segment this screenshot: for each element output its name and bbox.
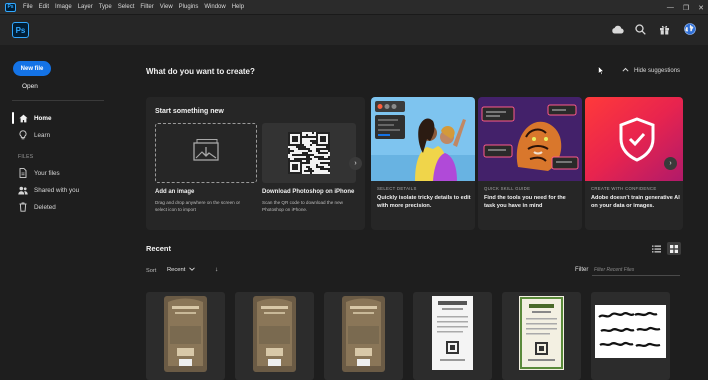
qr-code-image: [288, 132, 330, 174]
chevron-up-icon: [622, 67, 629, 74]
menu-window[interactable]: Window: [201, 4, 228, 10]
sidebar-item-label: Your files: [34, 169, 60, 177]
select-details-image: [371, 97, 475, 181]
start-next-button[interactable]: ›: [349, 157, 362, 170]
search-icon[interactable]: [633, 22, 647, 36]
sort-direction-button[interactable]: ↓: [215, 266, 218, 273]
photoshop-logo-icon[interactable]: Ps: [12, 22, 29, 38]
sidebar-divider: [12, 100, 104, 101]
list-view-button[interactable]: [649, 242, 663, 255]
chevron-right-icon: ›: [669, 160, 672, 167]
grid-view-icon: [670, 240, 678, 258]
add-image-dropzone[interactable]: [155, 123, 257, 183]
document-preview-icon: [342, 296, 385, 372]
document-preview-icon: [432, 296, 473, 370]
add-image-title[interactable]: Add an image: [155, 189, 194, 195]
menu-bar: Ps File Edit Image Layer Type Select Fil…: [0, 0, 708, 15]
chevron-right-icon: ›: [354, 160, 357, 167]
document-icon: [18, 168, 28, 178]
files-section-heading: FILES: [18, 154, 34, 160]
sort-dropdown[interactable]: Recent: [167, 267, 196, 273]
sidebar-item-label: Learn: [34, 131, 51, 139]
suggestion-card-select-details[interactable]: SELECT DETAILS Quickly isolate tricky de…: [371, 97, 475, 230]
qr-code: [262, 123, 356, 183]
download-iphone-description: Scan the QR code to download the new Pho…: [262, 200, 343, 212]
cloud-icon[interactable]: [610, 22, 624, 36]
menu-image[interactable]: Image: [52, 4, 75, 10]
suggestion-tag: SELECT DETAILS: [377, 186, 417, 191]
suggestion-card-quick-skill-guide[interactable]: QUICK SKILL GUIDE Find the tools you nee…: [478, 97, 582, 230]
sidebar-item-label: Home: [34, 114, 52, 122]
sidebar-item-learn[interactable]: Learn: [12, 128, 104, 142]
document-preview-icon: [253, 296, 296, 372]
globe-icon[interactable]: [683, 22, 697, 36]
sidebar-item-label: Deleted: [34, 203, 56, 211]
recent-file-thumbnail[interactable]: [591, 292, 670, 380]
recent-heading: Recent: [146, 244, 172, 253]
sidebar: New file Open Home Learn FILES Your file…: [0, 45, 112, 380]
page-title: What do you want to create?: [146, 67, 255, 76]
home-icon: [18, 113, 28, 123]
menu-file[interactable]: File: [20, 4, 36, 10]
quick-skill-guide-image: [478, 97, 582, 181]
sidebar-item-deleted[interactable]: Deleted: [12, 200, 104, 214]
sidebar-item-home[interactable]: Home: [12, 111, 104, 125]
menu-type[interactable]: Type: [96, 4, 115, 10]
suggestion-tag: QUICK SKILL GUIDE: [484, 186, 531, 191]
sort-label: Sort: [146, 268, 157, 274]
open-button[interactable]: Open: [22, 83, 38, 90]
sort-value: Recent: [167, 267, 186, 273]
menu-view[interactable]: View: [157, 4, 176, 10]
download-iphone-title[interactable]: Download Photoshop on iPhone: [262, 189, 354, 195]
suggestion-tag: CREATE WITH CONFIDENCE: [591, 186, 657, 191]
filter-label: Filter: [575, 267, 589, 273]
menu-select[interactable]: Select: [115, 4, 138, 10]
grid-view-button[interactable]: [667, 242, 681, 255]
recent-file-thumbnail[interactable]: [324, 292, 403, 380]
start-card-title: Start something new: [155, 108, 224, 115]
image-import-icon: [191, 138, 221, 169]
list-view-icon: [651, 240, 661, 258]
document-preview-icon: [164, 296, 207, 372]
menu-filter[interactable]: Filter: [137, 4, 156, 10]
filter-recent-files-input[interactable]: [592, 264, 680, 276]
window-controls: — ❐ ✕: [667, 0, 704, 15]
add-image-description: Drag and drop anywhere on the screen or …: [155, 200, 241, 212]
start-something-new-card: Start something new Add an image Drag an…: [146, 97, 365, 230]
people-icon: [18, 185, 28, 195]
suggestion-description: Quickly isolate tricky details to edit w…: [377, 195, 471, 209]
photoshop-logo-icon: Ps: [5, 2, 16, 12]
new-file-button[interactable]: New file: [13, 61, 51, 76]
suggestions-next-button[interactable]: ›: [664, 157, 677, 170]
mouse-pointer-icon: [598, 62, 605, 80]
menu-edit[interactable]: Edit: [36, 4, 52, 10]
sidebar-item-label: Shared with you: [34, 186, 80, 194]
sidebar-item-your-files[interactable]: Your files: [12, 166, 104, 180]
menu-layer[interactable]: Layer: [75, 4, 96, 10]
app-header: Ps: [0, 15, 708, 45]
restore-button[interactable]: ❐: [683, 4, 689, 12]
suggestion-description: Find the tools you need for the task you…: [484, 195, 566, 209]
hide-suggestions-button[interactable]: Hide suggestions: [622, 67, 680, 74]
document-preview-icon: [519, 296, 564, 370]
chevron-down-icon: [189, 267, 196, 273]
recent-file-thumbnail[interactable]: [146, 292, 225, 380]
close-button[interactable]: ✕: [698, 4, 704, 12]
sidebar-item-shared-with-you[interactable]: Shared with you: [12, 183, 104, 197]
gift-icon[interactable]: [657, 22, 671, 36]
recent-file-thumbnail[interactable]: [413, 292, 492, 380]
hide-suggestions-label: Hide suggestions: [634, 67, 681, 74]
trash-icon: [18, 202, 28, 212]
suggestion-description: Adobe doesn't train generative AI on you…: [591, 195, 680, 209]
minimize-button[interactable]: —: [667, 4, 674, 11]
recent-file-thumbnail[interactable]: [235, 292, 314, 380]
menu-help[interactable]: Help: [229, 4, 247, 10]
document-preview-icon: [595, 305, 666, 358]
lightbulb-icon: [18, 130, 28, 140]
menu-plugins[interactable]: Plugins: [176, 4, 202, 10]
recent-file-thumbnail[interactable]: [502, 292, 581, 380]
